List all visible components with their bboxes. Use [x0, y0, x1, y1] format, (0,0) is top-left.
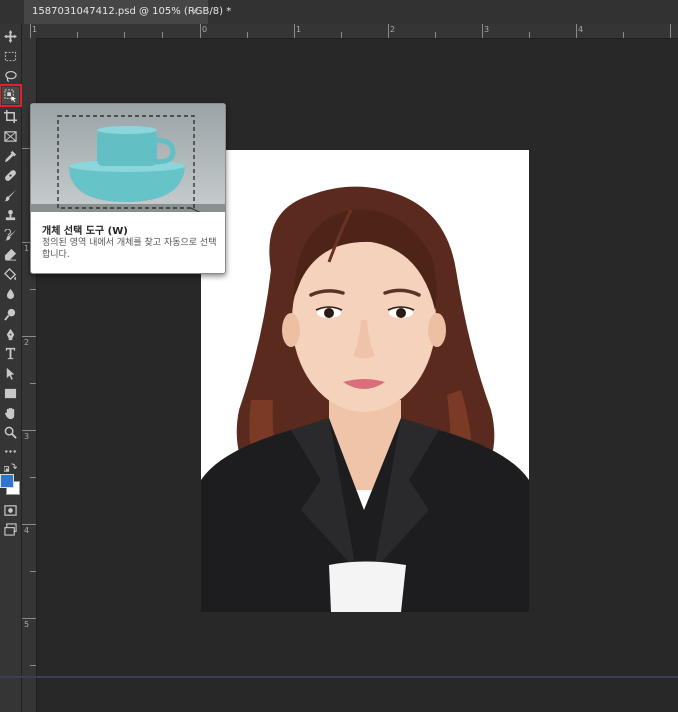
marquee-icon[interactable] [2, 48, 19, 65]
brush-icon[interactable] [2, 187, 19, 204]
ruler-label: 0 [202, 25, 208, 34]
object-selection-icon[interactable] [0, 84, 22, 107]
ruler-label: 1 [32, 25, 38, 34]
tools-panel [0, 24, 22, 712]
history-brush-icon[interactable] [2, 227, 19, 244]
ruler-label: 3 [484, 25, 490, 34]
bucket-icon[interactable] [2, 266, 19, 283]
ellipsis-icon[interactable] [2, 443, 19, 460]
drop-icon[interactable] [2, 286, 19, 303]
frame-icon[interactable] [2, 128, 19, 145]
tooltip-title: 개체 선택 도구 (W) [42, 226, 128, 237]
horizontal-ruler: 1 0 1 2 3 4 [22, 24, 678, 39]
quick-mask-icon[interactable] [2, 502, 19, 519]
bandage-icon[interactable] [2, 167, 19, 184]
eraser-icon[interactable] [2, 246, 19, 263]
document-tab[interactable]: 1587031047412.psd @ 105% (RGB/8) * × [24, 0, 231, 24]
hand-icon[interactable] [2, 405, 19, 422]
close-tab-icon[interactable]: × [191, 0, 200, 24]
ruler-label: 1 [296, 25, 302, 34]
tooltip-preview-image [31, 104, 225, 212]
foreground-color-swatch[interactable] [0, 474, 14, 488]
type-icon[interactable] [2, 345, 19, 362]
document-tab-title: 1587031047412.psd @ 105% (RGB/8) * [32, 6, 232, 17]
tooltip-description: 정의된 영역 내에서 개체를 찾고 자동으로 선택합니다. [42, 238, 217, 260]
document-tab-bar: 1587031047412.psd @ 105% (RGB/8) * × [0, 0, 678, 25]
portrait-photo[interactable] [201, 150, 529, 612]
crop-icon[interactable] [2, 108, 19, 125]
screen-mode-icon[interactable] [2, 521, 19, 538]
eyedropper-icon[interactable] [2, 148, 19, 165]
move-icon[interactable] [2, 28, 19, 45]
ruler-label: 1 [24, 244, 30, 253]
ruler-label: 2 [390, 25, 396, 34]
tool-tooltip: 개체 선택 도구 (W) 정의된 영역 내에서 개체를 찾고 자동으로 선택합니… [30, 103, 226, 274]
rectangle-icon[interactable] [2, 385, 19, 402]
arrow-icon[interactable] [2, 365, 19, 382]
zoom-icon[interactable] [2, 424, 19, 441]
pen-icon[interactable] [2, 326, 19, 343]
ruler-label: 2 [24, 338, 30, 347]
lasso-icon[interactable] [2, 68, 19, 85]
ruler-label: 4 [24, 526, 30, 535]
panel-divider [0, 676, 678, 678]
stamp-icon[interactable] [2, 207, 19, 224]
dodge-icon[interactable] [2, 306, 19, 323]
ruler-label: 3 [24, 432, 30, 441]
ruler-label: 5 [24, 620, 30, 629]
ruler-label: 4 [578, 25, 584, 34]
